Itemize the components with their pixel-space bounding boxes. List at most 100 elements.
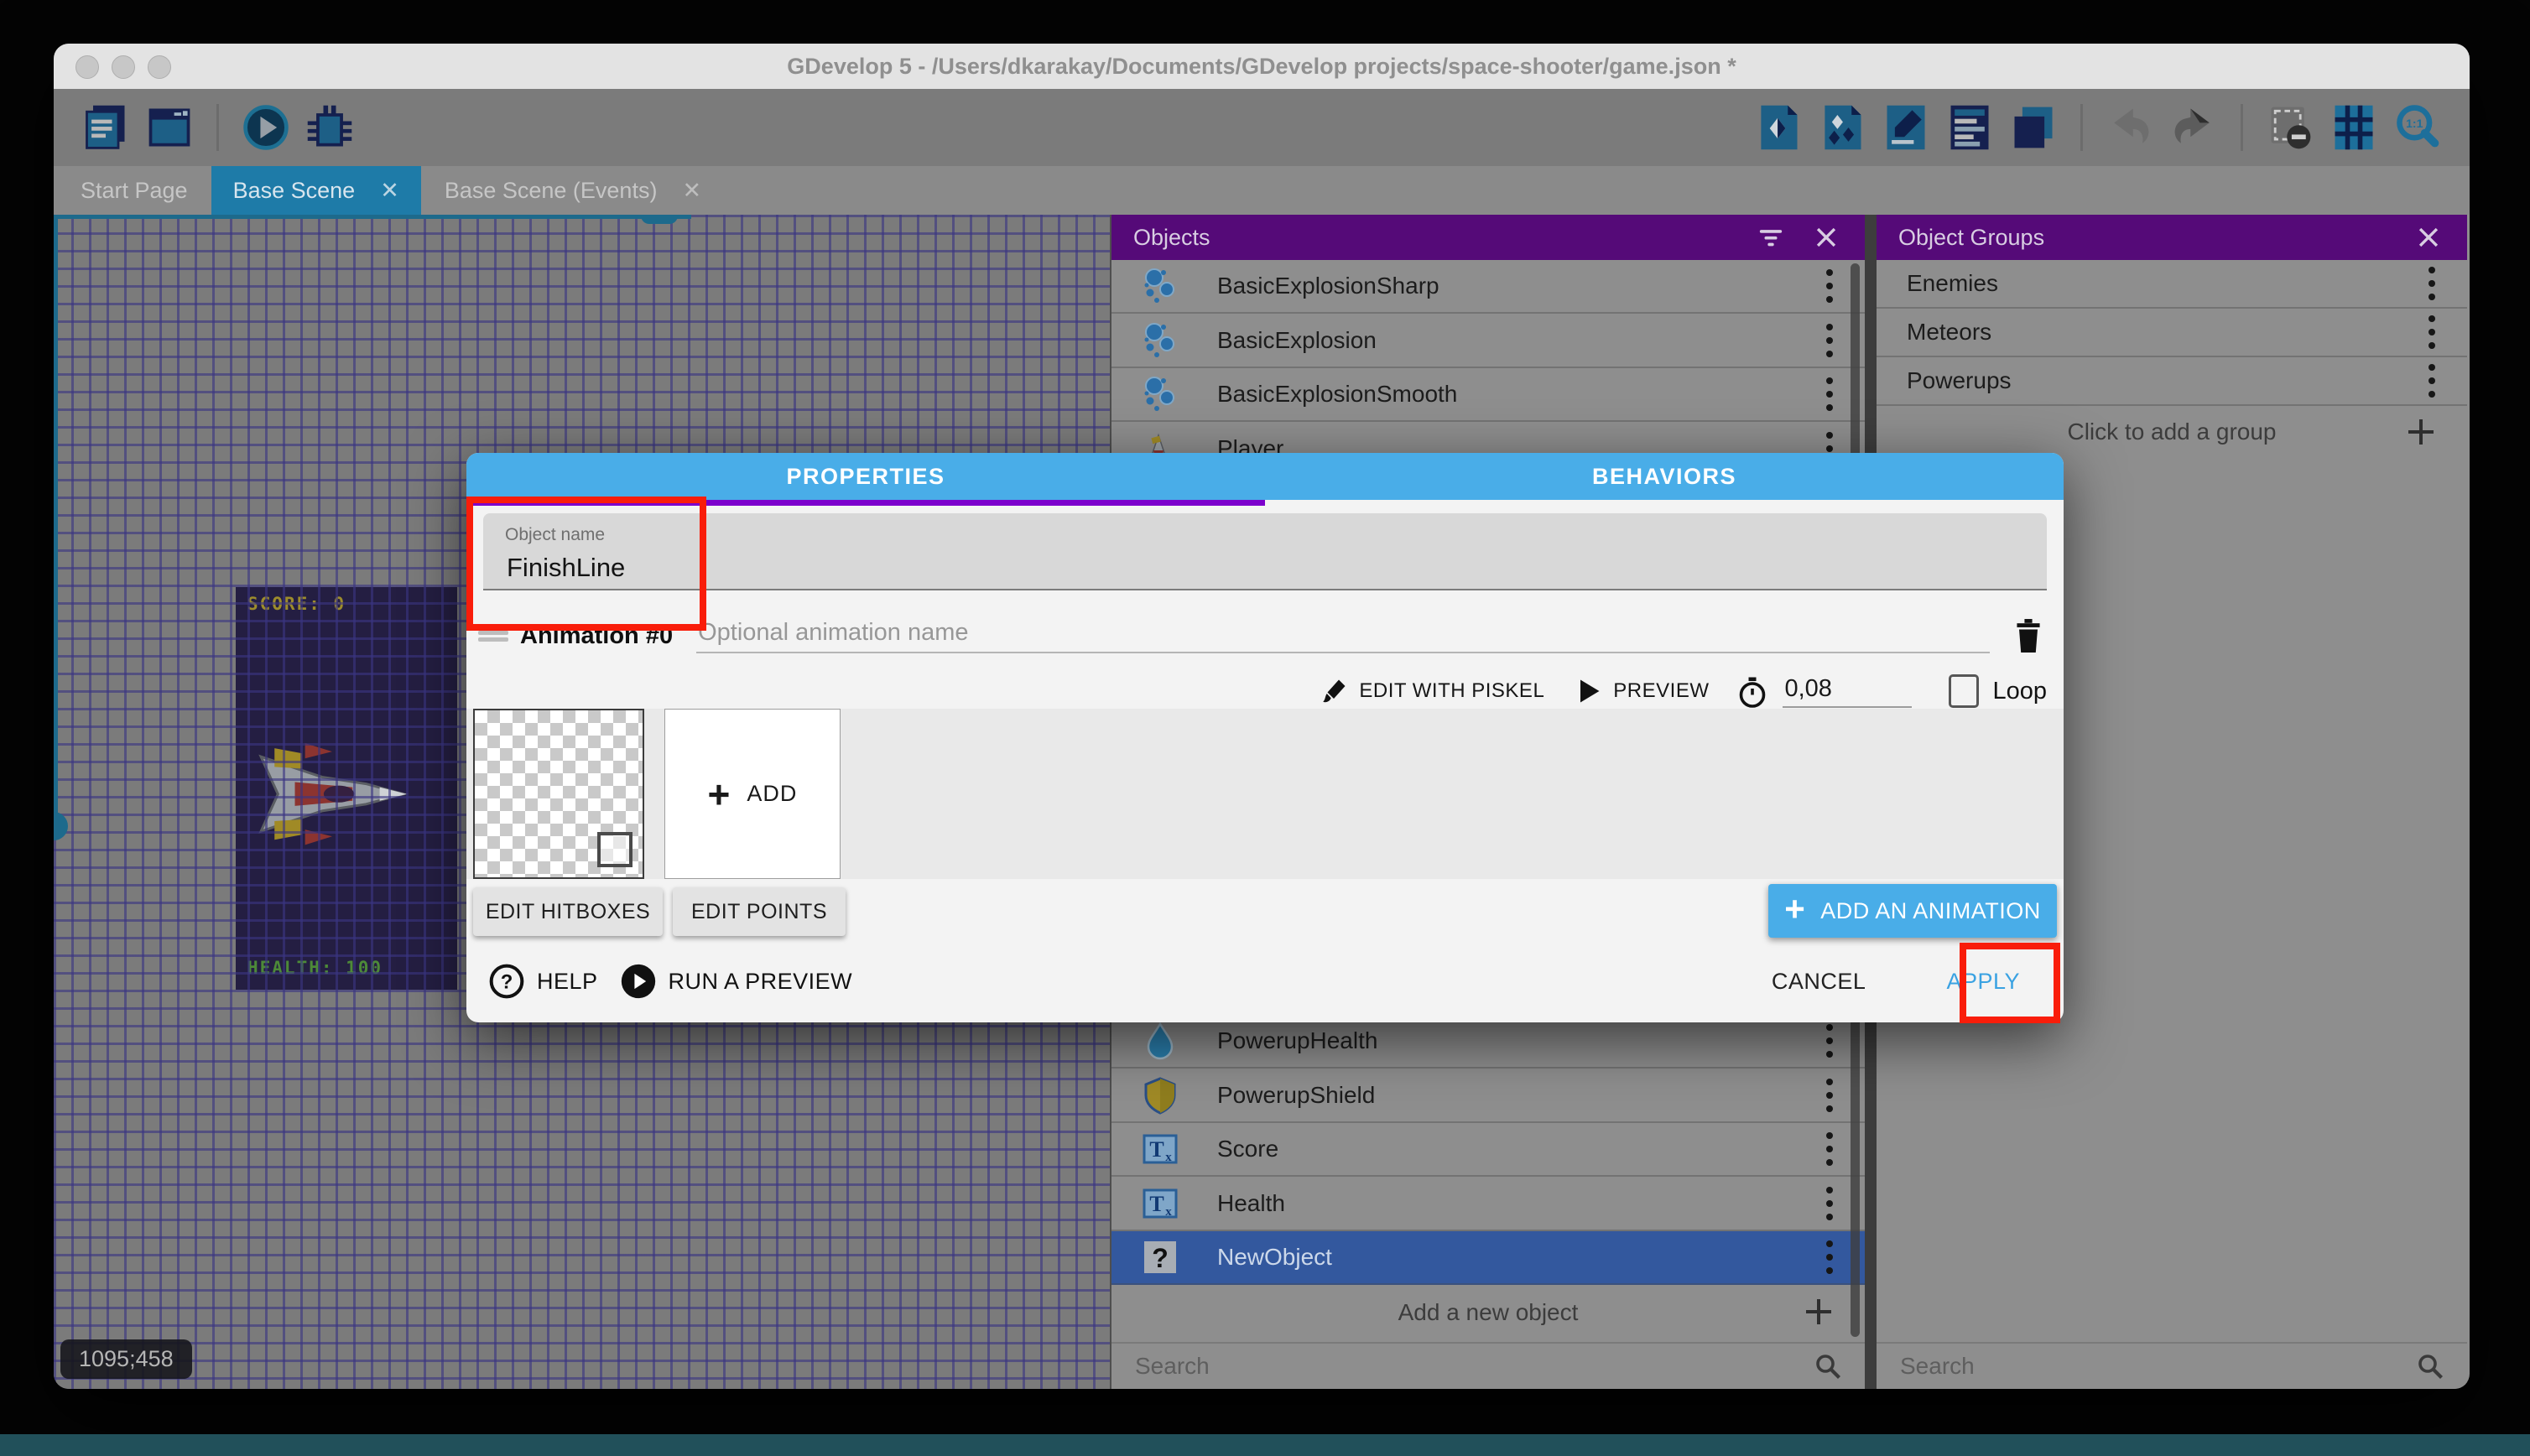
project-manager-icon[interactable] [78,100,133,155]
object-row-PowerupShield[interactable]: PowerupShield [1111,1069,1865,1123]
preview-button[interactable]: PREVIEW [1613,679,1709,703]
redo-icon[interactable] [2166,100,2221,155]
tab-close-icon[interactable]: ✕ [682,178,701,204]
object-context-menu-icon[interactable] [1825,1239,1835,1276]
object-context-menu-icon[interactable] [1825,1022,1835,1059]
tab-properties[interactable]: PROPERTIES [466,453,1265,500]
animation-row: Animation #0 [478,614,2047,658]
object-name-label: BasicExplosion [1217,327,1825,354]
tab-base-scene[interactable]: Base Scene✕ [211,166,421,215]
object-name-label: PowerupShield [1217,1082,1825,1109]
minimize-window-icon[interactable] [112,55,135,79]
scene-window-icon[interactable] [142,100,197,155]
close-window-icon[interactable] [75,55,99,79]
frames-strip: + ADD [466,709,2064,879]
run-preview-icon[interactable] [620,963,657,1000]
desktop-background [0,1434,2530,1456]
frame-select-checkbox[interactable] [597,832,632,867]
help-icon[interactable]: ? [488,963,525,1000]
render-mask-icon[interactable] [2262,100,2318,155]
group-context-menu-icon[interactable] [2427,314,2437,351]
cancel-button[interactable]: CANCEL [1772,969,1866,995]
preview-play-icon[interactable] [238,100,294,155]
plus-icon: + [708,775,731,814]
tab-close-icon[interactable]: ✕ [380,178,399,204]
object-row-PowerupHealth[interactable]: PowerupHealth [1111,1015,1865,1069]
zoom-original-icon[interactable]: 1:1 [2390,100,2445,155]
edit-points-button[interactable]: EDIT POINTS [673,887,846,936]
objects-panel-header: Objects [1111,215,1865,260]
time-between-frames-input[interactable] [1783,674,1912,708]
canvas-horizontal-scroll-thumb[interactable] [641,215,678,224]
annotation-box-apply [1960,943,2060,1023]
tab-behaviors[interactable]: BEHAVIORS [1265,453,2064,500]
undo-icon[interactable] [2102,100,2158,155]
objects-list-icon[interactable] [1751,100,1806,155]
object-name-field[interactable]: Object name [483,513,2047,590]
canvas-vertical-scroll-thumb[interactable] [54,812,68,840]
object-name-label: PowerupHealth [1217,1027,1825,1054]
maximize-window-icon[interactable] [148,55,171,79]
close-panel-icon[interactable] [1809,221,1843,254]
properties-pencil-icon[interactable] [1878,100,1934,155]
object-context-menu-icon[interactable] [1825,268,1835,304]
groups-search-input[interactable] [1898,1352,2415,1381]
object-context-menu-icon[interactable] [1825,1185,1835,1222]
add-new-object-row[interactable]: Add a new object [1111,1286,1865,1339]
trash-icon[interactable] [2010,616,2047,656]
group-row-Meteors[interactable]: Meteors [1877,309,2467,357]
groups-panel-title: Object Groups [1898,225,2044,251]
group-name-label: Powerups [1907,367,2427,394]
close-panel-icon[interactable] [2412,221,2445,254]
object-row-BasicExplosionSmooth[interactable]: BasicExplosionSmooth [1111,368,1865,422]
tab-base-scene-events-[interactable]: Base Scene (Events) ✕ [423,166,723,215]
object-row-NewObject[interactable]: ?NewObject [1111,1231,1865,1285]
particles-icon [1140,320,1180,361]
events-list-icon[interactable] [1942,100,1997,155]
player-ship-sprite[interactable] [254,740,410,849]
loop-checkbox[interactable] [1949,674,1979,708]
object-row-Health[interactable]: TxHealth [1111,1178,1865,1231]
groups-panel-header: Object Groups [1877,215,2467,260]
object-context-menu-icon[interactable] [1825,1077,1835,1114]
filter-icon[interactable] [1754,221,1788,254]
add-group-row[interactable]: Click to add a group [1877,406,2467,458]
grid-icon[interactable] [2326,100,2382,155]
add-an-animation-button[interactable]: + ADD AN ANIMATION [1768,884,2057,938]
plus-icon [1801,1294,1836,1329]
objects-search-input[interactable] [1133,1352,1813,1381]
object-context-menu-icon[interactable] [1825,322,1835,359]
toolbar-separator [2241,104,2243,151]
animation-name-input[interactable] [696,618,1990,653]
timer-icon [1737,676,1767,706]
add-frame-button[interactable]: + ADD [664,709,841,879]
instances-list-icon[interactable] [1814,100,1870,155]
group-row-Powerups[interactable]: Powerups [1877,357,2467,406]
edit-hitboxes-button[interactable]: EDIT HITBOXES [473,887,663,936]
object-name-label: BasicExplosionSharp [1217,273,1825,299]
object-context-menu-icon[interactable] [1825,376,1835,413]
canvas-vertical-scrollbar[interactable] [54,215,58,840]
game-scene-rect: SCORE: 0 HEALTH: 100 [236,587,457,990]
object-row-BasicExplosion[interactable]: BasicExplosion [1111,315,1865,368]
tab-label: Start Page [81,178,188,204]
canvas-horizontal-scrollbar[interactable] [54,215,691,219]
svg-text:1:1: 1:1 [2406,117,2423,130]
run-a-preview-button[interactable]: RUN A PREVIEW [669,969,853,995]
help-button[interactable]: HELP [537,969,598,995]
object-row-BasicExplosionSharp[interactable]: BasicExplosionSharp [1111,260,1865,314]
group-context-menu-icon[interactable] [2427,265,2437,302]
frame-thumbnail[interactable] [473,709,644,879]
group-row-Enemies[interactable]: Enemies [1877,260,2467,309]
toolbar-separator [216,104,219,151]
tab-start-page[interactable]: Start Page [59,166,210,215]
object-context-menu-icon[interactable] [1825,1131,1835,1167]
object-row-Score[interactable]: TxScore [1111,1123,1865,1177]
add-group-label: Click to add a group [2067,419,2276,445]
debug-icon[interactable] [302,100,357,155]
tab-label: Base Scene (Events) [445,178,658,204]
scene-score-text: SCORE: 0 [247,594,346,614]
layers-icon[interactable] [2006,100,2061,155]
group-context-menu-icon[interactable] [2427,362,2437,399]
edit-with-piskel-button[interactable]: EDIT WITH PISKEL [1359,679,1544,703]
